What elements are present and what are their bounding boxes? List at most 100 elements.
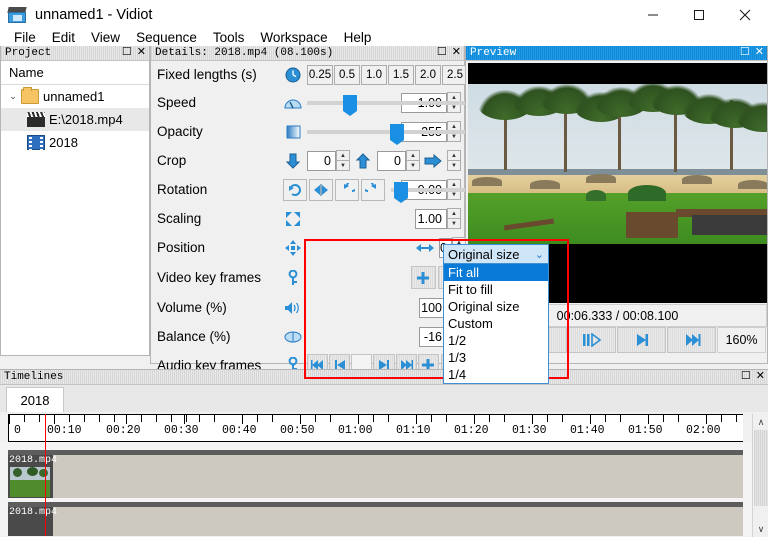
crop-top-value[interactable]: 0 — [307, 150, 336, 171]
row-balance: Balance (%) -16 ▲▼ — [151, 322, 464, 351]
project-close-icon[interactable]: ✕ — [137, 48, 146, 59]
crop-top-stepper[interactable]: ▲ ▼ — [336, 150, 350, 171]
crop-right-stepper[interactable]: ▲ ▼ — [447, 150, 461, 171]
scaling-option-third[interactable]: 1/3 — [444, 349, 548, 366]
menu-help[interactable]: Help — [336, 28, 380, 48]
minimize-button[interactable] — [630, 0, 676, 30]
step-forward-icon[interactable] — [617, 327, 667, 353]
timeline-tracks-area[interactable]: 2018.mp4 2018.mp4 — [0, 442, 768, 536]
tree-item-2018[interactable]: 2018 — [1, 131, 149, 154]
skip-to-end-icon[interactable] — [667, 327, 717, 353]
timelines-close-icon[interactable]: ✕ — [756, 372, 765, 383]
row-opacity: Opacity 255 ▲▼ — [151, 117, 768, 146]
menu-edit[interactable]: Edit — [44, 28, 83, 48]
timeline-clip-audio[interactable]: 2018.mp4 — [8, 507, 57, 536]
opacity-slider[interactable] — [307, 123, 768, 145]
fixed-length-0-25-button[interactable]: 0.25 — [307, 64, 333, 85]
row-crop: Crop 0 ▲ ▼ 0 ▲ ▼ ▲ ▼ — [151, 146, 464, 175]
scaling-dropdown-list[interactable]: Fit all Fit to fill Original size Custom… — [443, 264, 549, 384]
play-icon[interactable] — [567, 327, 617, 353]
fixed-length-1-0-button[interactable]: 1.0 — [361, 64, 387, 85]
fixed-length-2-0-button[interactable]: 2.0 — [415, 64, 441, 85]
ruler-label: 01:20 — [454, 424, 489, 437]
timeline-clip-video[interactable]: 2018.mp4 — [8, 455, 57, 498]
scaling-stepper[interactable]: ▲ ▼ — [447, 208, 461, 229]
row-volume: Volume (%) 100 ▲▼ — [151, 293, 464, 322]
project-pane-title: Project — [5, 47, 52, 59]
rotate-reset-icon[interactable] — [283, 178, 307, 201]
scaling-option-half[interactable]: 1/2 — [444, 332, 548, 349]
project-column-header[interactable]: Name — [1, 61, 149, 85]
timeline-tab-2018[interactable]: 2018 — [6, 387, 64, 412]
project-restore-icon[interactable]: ☐ — [122, 48, 132, 59]
timeline-track-video[interactable]: 2018.mp4 — [8, 450, 743, 498]
opacity-slider-thumb[interactable] — [389, 124, 404, 145]
scaling-option-quarter[interactable]: 1/4 — [444, 366, 548, 383]
window-title: unnamed1 - Vidiot — [35, 7, 153, 23]
ruler-label: 01:10 — [396, 424, 431, 437]
fixed-length-0-5-button[interactable]: 0.5 — [334, 64, 360, 85]
ruler-label: 01:30 — [512, 424, 547, 437]
preview-frame-image — [468, 84, 767, 244]
crop-bottom-value[interactable]: 0 — [377, 150, 406, 171]
menu-file[interactable]: File — [6, 28, 44, 48]
close-button[interactable] — [722, 0, 768, 30]
timelines-pane-caption: Timelines ☐ ✕ — [0, 370, 768, 385]
speed-slider-thumb[interactable] — [342, 95, 357, 116]
row-scaling: Scaling 1.00 ▲ ▼ — [151, 204, 464, 233]
flip-horizontal-icon[interactable] — [309, 178, 333, 201]
balance-label: Balance (%) — [157, 329, 231, 344]
fixed-lengths-label: Fixed lengths (s) — [157, 67, 257, 82]
project-column-name-label: Name — [9, 65, 44, 80]
scaling-combobox[interactable]: Original size ⌄ — [443, 244, 549, 264]
crop-bottom-stepper[interactable]: ▲ ▼ — [406, 150, 420, 171]
timelines-restore-icon[interactable]: ☐ — [741, 372, 751, 383]
scroll-up-icon[interactable]: ∧ — [753, 414, 768, 430]
clock-icon — [283, 66, 303, 83]
arrow-down-icon — [283, 152, 303, 169]
row-video-key-frames: Video key frames — [151, 262, 464, 293]
scrollbar-thumb[interactable] — [754, 430, 768, 506]
arrow-right-icon — [423, 152, 443, 169]
chevron-down-icon[interactable]: ⌄ — [535, 248, 544, 261]
details-restore-icon[interactable]: ☐ — [437, 48, 447, 59]
menu-workspace[interactable]: Workspace — [252, 28, 335, 48]
scaling-option-fit-to-fill[interactable]: Fit to fill — [444, 281, 548, 298]
tree-item-2018-mp4[interactable]: E:\2018.mp4 — [1, 108, 149, 131]
project-pane-caption: Project ☐ ✕ — [1, 46, 149, 61]
maximize-button[interactable] — [676, 0, 722, 30]
rotate-cw-icon[interactable] — [361, 178, 385, 201]
timeline-playhead[interactable] — [45, 414, 46, 536]
preview-close-icon[interactable]: ✕ — [755, 48, 764, 59]
menu-tools[interactable]: Tools — [205, 28, 253, 48]
preview-pane-title: Preview — [470, 47, 517, 59]
opacity-label: Opacity — [157, 124, 203, 139]
project-tree[interactable]: ⌄ unnamed1 E:\2018.mp4 2018 — [1, 85, 149, 355]
ruler-label: 00:50 — [280, 424, 315, 437]
timeline-vertical-scrollbar[interactable]: ∧ ∨ — [752, 414, 768, 537]
scaling-option-fit-all[interactable]: Fit all — [444, 264, 548, 281]
fixed-length-1-5-button[interactable]: 1.5 — [388, 64, 414, 85]
preview-zoom-level[interactable]: 160% — [717, 327, 766, 353]
timeline-ruler[interactable]: 0 00:10 00:20 00:30 00:40 00:50 01:00 01… — [8, 414, 743, 442]
timeline-clip-thumbnail — [10, 467, 50, 497]
chevron-down-icon[interactable]: ⌄ — [5, 91, 21, 102]
scroll-down-icon[interactable]: ∨ — [753, 521, 768, 537]
details-close-icon[interactable]: ✕ — [452, 48, 461, 59]
tree-item-unnamed1[interactable]: ⌄ unnamed1 — [1, 85, 149, 108]
title-bar: unnamed1 - Vidiot — [0, 0, 768, 30]
speed-slider[interactable] — [307, 94, 768, 116]
preview-restore-icon[interactable]: ☐ — [740, 48, 750, 59]
rotation-slider-thumb[interactable] — [393, 182, 408, 203]
menu-view[interactable]: View — [83, 28, 128, 48]
position-label: Position — [157, 240, 206, 255]
scaling-option-custom[interactable]: Custom — [444, 315, 548, 332]
rotation-slider[interactable] — [391, 181, 768, 203]
menu-sequence[interactable]: Sequence — [128, 28, 205, 48]
row-position: Position 0 ▲▼ — [151, 233, 466, 262]
scaling-value[interactable]: 1.00 — [415, 208, 447, 229]
scaling-option-original-size[interactable]: Original size — [444, 298, 548, 315]
timeline-track-audio[interactable]: 2018.mp4 — [8, 502, 743, 536]
video-key-frame-add-button[interactable] — [411, 266, 436, 289]
rotate-ccw-icon[interactable] — [335, 178, 359, 201]
